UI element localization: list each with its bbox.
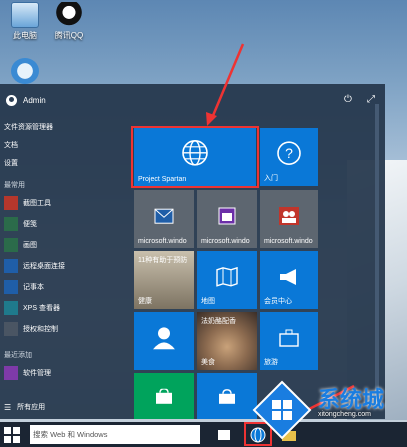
remote-desktop-icon (4, 259, 18, 273)
tile-health[interactable]: 11种有助于预防 健康 (134, 251, 194, 309)
app-xps-viewer[interactable]: XPS 查看器 (4, 300, 116, 316)
tiles-scrollbar[interactable] (375, 104, 379, 409)
section-recently-added: 最近添加 (4, 352, 32, 359)
tile-food[interactable]: 法奶酪配香 美食 (197, 312, 257, 370)
tile-mail[interactable]: microsoft.windo (134, 190, 194, 248)
section-most-used: 最常用 (4, 182, 25, 189)
paint-icon (4, 238, 18, 252)
people-icon (260, 207, 318, 227)
link-file-explorer[interactable]: 文件资源管理器 (4, 122, 53, 134)
user-account[interactable]: Admin (6, 92, 46, 108)
link-documents[interactable]: 文档 (4, 140, 18, 152)
desktop-icon-this-pc[interactable]: 此电脑 (2, 2, 48, 41)
tile-get-started[interactable]: ? 入门 (260, 128, 318, 186)
computer-icon (11, 2, 39, 28)
watermark-url: xitongcheng.com (318, 411, 371, 418)
start-left-pane: Admin 文件资源管理器 文档 设置 最常用 截图工具 便笺 画图 远程桌面连… (0, 84, 120, 419)
qq-penguin-icon (55, 2, 83, 28)
desktop-icon-qq[interactable]: 腾讯QQ (46, 2, 92, 41)
app-remote-desktop[interactable]: 远程桌面连接 (4, 258, 116, 274)
app-software-manager[interactable]: 软件管理 (4, 365, 116, 381)
sticky-notes-icon (4, 217, 18, 231)
task-view-button[interactable] (215, 426, 233, 444)
question-icon: ? (260, 140, 318, 168)
app-notepad[interactable]: 记事本 (4, 279, 116, 295)
tile-shop[interactable] (197, 373, 257, 419)
snipping-tool-icon (4, 196, 18, 210)
tile-maps[interactable]: 地图 (197, 251, 257, 309)
mail-icon (134, 208, 194, 226)
tile-calendar[interactable]: microsoft.windo (197, 190, 257, 248)
tile-store[interactable] (134, 373, 194, 419)
shopping-bag-icon (197, 389, 257, 407)
expand-icon[interactable]: ⤢ (367, 94, 375, 105)
watermark-brand: 系统城 (318, 387, 385, 412)
start-button[interactable] (4, 427, 20, 443)
app-paint[interactable]: 画图 (4, 237, 116, 253)
software-manager-icon (4, 366, 18, 380)
globe-icon (11, 58, 39, 84)
tile-people[interactable]: microsoft.windo (260, 190, 318, 248)
windows-logo-icon (4, 427, 20, 443)
desktop-icon-browser[interactable] (2, 58, 48, 86)
svg-text:?: ? (285, 145, 293, 161)
user-silhouette-icon (134, 325, 194, 351)
suitcase-icon (260, 329, 318, 349)
search-box[interactable]: 搜索 Web 和 Windows (30, 425, 200, 444)
map-icon (197, 266, 257, 289)
task-view-icon (218, 430, 230, 440)
link-settings[interactable]: 设置 (4, 158, 18, 170)
power-icon[interactable]: ⏻ (344, 94, 352, 105)
store-icon (134, 388, 194, 407)
app-sticky-notes[interactable]: 便笺 (4, 216, 116, 232)
user-icon (6, 94, 17, 106)
list-icon: ☰ (4, 402, 12, 412)
spartan-highlight-box (131, 126, 259, 188)
authorization-icon (4, 322, 18, 336)
all-apps-button[interactable]: ☰ 所有应用 (4, 400, 45, 414)
watermark-windows-icon (252, 380, 312, 440)
megaphone-icon (260, 268, 318, 288)
tile-user[interactable] (134, 312, 194, 370)
app-authorization-control[interactable]: 授权和控制 (4, 321, 116, 337)
tile-travel[interactable]: 旅游 (260, 312, 318, 370)
calendar-icon (197, 207, 257, 227)
notepad-icon (4, 280, 18, 294)
xps-viewer-icon (4, 301, 18, 315)
tile-member-center[interactable]: 会员中心 (260, 251, 318, 309)
app-snipping-tool[interactable]: 截图工具 (4, 195, 116, 211)
